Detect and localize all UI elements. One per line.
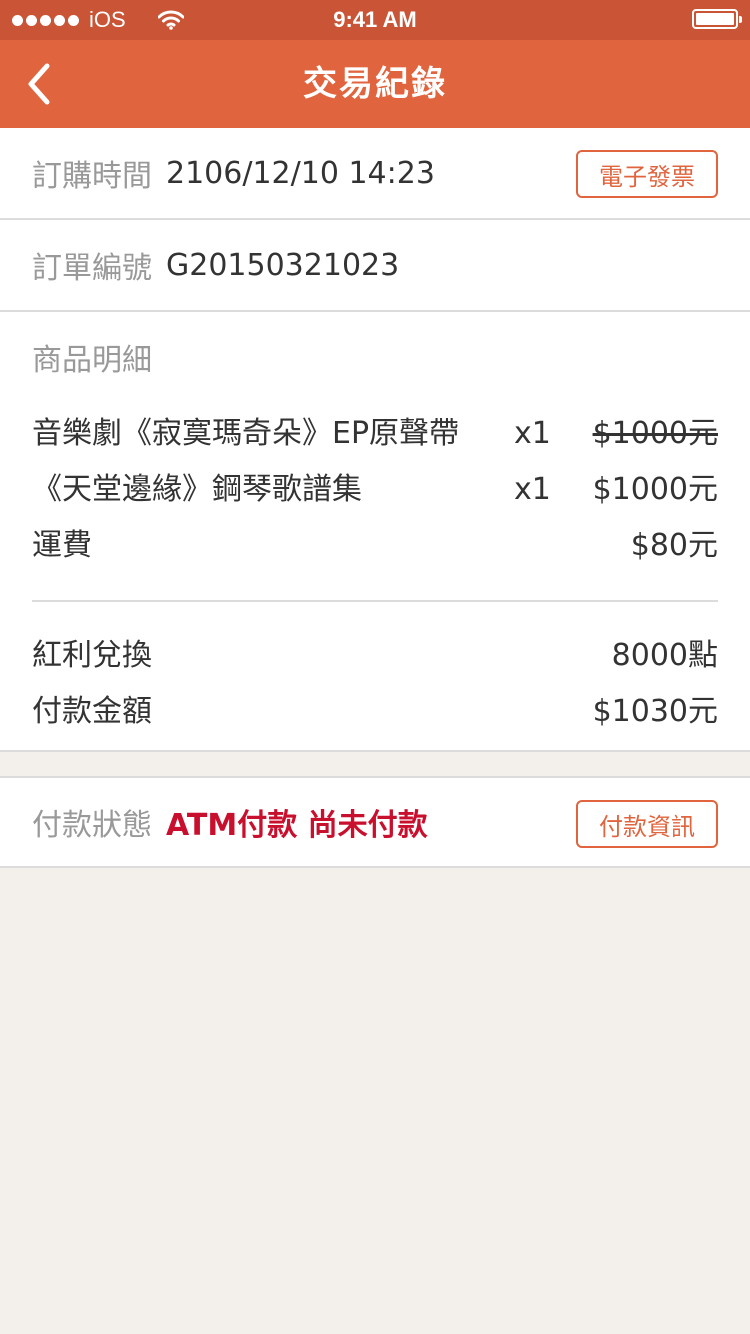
details-divider [32, 600, 718, 602]
bonus-redemption-label: 紅利兌換 [32, 638, 152, 673]
summary-list: 紅利兌換 8000點 付款金額 $1030元 [32, 628, 718, 740]
payment-amount-row: 付款金額 $1030元 [32, 684, 718, 740]
bonus-redemption-value: 8000點 [611, 638, 718, 673]
product-item-row: 《天堂邊緣》鋼琴歌譜集 x1 $1000元 [32, 462, 718, 518]
shipping-fee-price: $80元 [630, 528, 718, 563]
product-item-row: 音樂劇《寂寞瑪奇朵》EP原聲帶 x1 $1000元 [32, 406, 718, 462]
section-gap [0, 752, 750, 776]
product-item-name: 音樂劇《寂寞瑪奇朵》EP原聲帶 [32, 416, 460, 451]
status-time: 9:41 AM [333, 7, 417, 32]
status-bar: iOS 9:41 AM [0, 0, 750, 40]
product-item-price: $1000元 [592, 472, 718, 507]
payment-status-row: 付款狀態 ATM付款 尚未付款 付款資訊 [0, 776, 750, 868]
page-title: 交易紀錄 [303, 64, 447, 104]
e-invoice-button[interactable]: 電子發票 [576, 150, 718, 198]
order-time-value: 2106/12/10 14:23 [166, 155, 435, 191]
payment-status-label: 付款狀態 [32, 808, 152, 843]
order-number-label: 訂單編號 [32, 251, 152, 286]
product-details-title: 商品明細 [32, 343, 152, 378]
product-item-list: 音樂劇《寂寞瑪奇朵》EP原聲帶 x1 $1000元 《天堂邊緣》鋼琴歌譜集 x1… [32, 406, 718, 574]
product-item-price-struck: $1000元 [592, 416, 718, 451]
nav-bar: 交易紀錄 [0, 40, 750, 128]
bonus-redemption-row: 紅利兌換 8000點 [32, 628, 718, 684]
order-time-label: 訂購時間 [32, 159, 152, 194]
payment-info-button[interactable]: 付款資訊 [576, 800, 718, 848]
shipping-fee-row: 運費 $80元 [32, 518, 718, 574]
order-number-row: 訂單編號 G20150321023 [0, 220, 750, 312]
battery-icon [692, 9, 742, 29]
payment-status-value: ATM付款 尚未付款 [166, 808, 428, 843]
product-item-name: 《天堂邊緣》鋼琴歌譜集 [32, 472, 362, 507]
product-details-section: 商品明細 音樂劇《寂寞瑪奇朵》EP原聲帶 x1 $1000元 《天堂邊緣》鋼琴歌… [0, 312, 750, 752]
product-item-qty: x1 [514, 472, 551, 507]
product-item-qty: x1 [514, 416, 551, 451]
order-number-value: G20150321023 [166, 247, 400, 283]
payment-amount-value: $1030元 [592, 694, 718, 729]
order-time-row: 訂購時間 2106/12/10 14:23 電子發票 [0, 128, 750, 220]
shipping-fee-label: 運費 [32, 528, 92, 563]
payment-amount-label: 付款金額 [32, 694, 152, 729]
